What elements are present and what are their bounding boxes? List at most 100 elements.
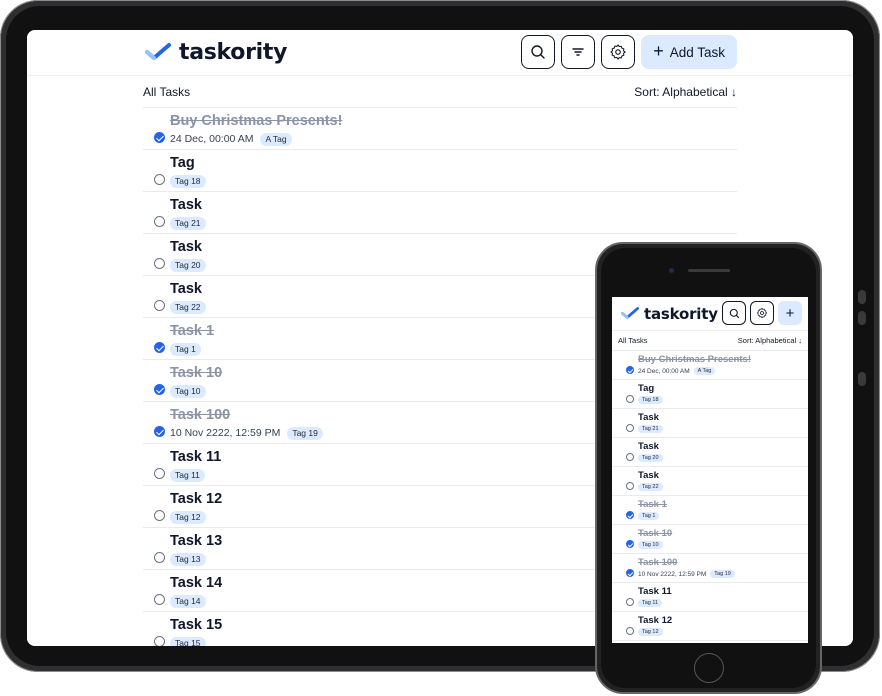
task-tag[interactable]: A Tag [693, 367, 716, 375]
task-tag[interactable]: Tag 20 [638, 454, 663, 462]
task-tag[interactable]: Tag 20 [170, 259, 206, 272]
task-tag[interactable]: Tag 10 [638, 541, 663, 549]
task-tag[interactable]: Tag 21 [638, 425, 663, 433]
phone-list-title: All Tasks [618, 336, 648, 345]
task-checkbox[interactable] [626, 511, 634, 519]
tablet-side-button [858, 311, 866, 325]
task-checkbox[interactable] [154, 636, 165, 646]
task-tag[interactable]: Tag 12 [638, 628, 663, 636]
task-checkbox[interactable] [154, 468, 165, 479]
task-row[interactable]: Tag Tag 18 [143, 150, 737, 192]
task-checkbox[interactable] [154, 174, 165, 185]
toolbar: + Add Task [521, 35, 737, 69]
task-meta: Tag 13 [170, 553, 206, 566]
task-title: Task 100 [638, 557, 678, 568]
task-date: 10 Nov 2222, 12:59 PM [638, 570, 707, 578]
task-checkbox[interactable] [154, 594, 165, 605]
task-row[interactable]: Task Tag 22 [612, 467, 808, 496]
task-meta: Tag 12 [170, 511, 206, 524]
task-title: Buy Christmas Presents! [170, 113, 343, 129]
task-title: Tag [638, 383, 655, 394]
phone-camera [669, 268, 674, 273]
phone-top-bar: taskority + [612, 297, 808, 331]
task-tag[interactable]: Tag 19 [287, 427, 323, 440]
task-meta: 24 Dec, 00:00 AM A Tag [170, 133, 292, 146]
logo[interactable]: taskority [145, 40, 287, 65]
task-meta: Tag 22 [638, 483, 663, 491]
task-checkbox[interactable] [154, 216, 165, 227]
task-checkbox[interactable] [626, 395, 634, 403]
task-title: Task 14 [170, 575, 223, 591]
task-checkbox[interactable] [154, 300, 165, 311]
filter-button[interactable] [561, 35, 596, 69]
task-tag[interactable]: Tag 10 [170, 385, 206, 398]
task-meta: Tag 22 [170, 301, 206, 314]
task-tag[interactable]: Tag 18 [638, 396, 663, 404]
phone-search-button[interactable] [722, 301, 746, 325]
task-checkbox[interactable] [626, 453, 634, 461]
search-button[interactable] [521, 35, 556, 69]
task-tag[interactable]: Tag 1 [638, 512, 660, 520]
task-title: Task 12 [638, 615, 673, 626]
task-tag[interactable]: Tag 15 [170, 637, 206, 646]
task-tag[interactable]: Tag 11 [170, 469, 205, 482]
phone-sort-dropdown[interactable]: Sort: Alphabetical ↓ [738, 336, 802, 345]
plus-icon: + [785, 304, 795, 322]
task-title: Task 12 [170, 491, 223, 507]
task-checkbox[interactable] [154, 552, 165, 563]
task-row[interactable]: Buy Christmas Presents! 24 Dec, 00:00 AM A… [612, 351, 808, 380]
task-tag[interactable]: Tag 14 [170, 595, 206, 608]
task-checkbox[interactable] [154, 342, 165, 353]
task-tag[interactable]: Tag 1 [170, 343, 201, 356]
task-checkbox[interactable] [626, 569, 634, 577]
task-tag[interactable]: Tag 13 [170, 553, 206, 566]
task-tag[interactable]: Tag 12 [170, 511, 206, 524]
task-meta: Tag 10 [170, 385, 206, 398]
task-tag[interactable]: Tag 21 [170, 217, 206, 230]
task-checkbox[interactable] [626, 598, 634, 606]
settings-button[interactable] [601, 35, 636, 69]
phone-settings-button[interactable] [750, 301, 774, 325]
task-row[interactable]: Task 1 Tag 1 [612, 496, 808, 525]
task-checkbox[interactable] [154, 132, 165, 143]
phone-add-task-button[interactable]: + [778, 301, 802, 325]
task-checkbox[interactable] [154, 258, 165, 269]
task-checkbox[interactable] [626, 482, 634, 490]
task-tag[interactable]: A Tag [260, 133, 292, 146]
home-button[interactable] [694, 653, 724, 683]
phone-logo[interactable]: taskority [621, 305, 718, 323]
task-row[interactable]: Task 12 Tag 12 [612, 612, 808, 641]
phone-list-header: All Tasks Sort: Alphabetical ↓ [612, 331, 808, 351]
task-tag[interactable]: Tag 18 [170, 175, 206, 188]
task-checkbox[interactable] [626, 424, 634, 432]
task-date: 24 Dec, 00:00 AM [638, 367, 690, 375]
task-row[interactable]: Buy Christmas Presents! 24 Dec, 00:00 AM A… [143, 108, 737, 150]
app-name: taskority [179, 40, 288, 65]
task-tag[interactable]: Tag 22 [170, 301, 206, 314]
task-meta: Tag 12 [638, 628, 663, 636]
check-logo-icon [621, 307, 639, 321]
task-checkbox[interactable] [626, 627, 634, 635]
task-row[interactable]: Task 11 Tag 11 [612, 583, 808, 612]
task-checkbox[interactable] [154, 384, 165, 395]
task-tag[interactable]: Tag 11 [638, 599, 663, 607]
task-row[interactable]: Task Tag 21 [612, 409, 808, 438]
task-row[interactable]: Task 100 10 Nov 2222, 12:59 PM Tag 19 [612, 554, 808, 583]
task-checkbox[interactable] [626, 366, 634, 374]
task-row[interactable]: Task Tag 21 [143, 192, 737, 234]
task-tag[interactable]: Tag 22 [638, 483, 663, 491]
task-title: Task 11 [638, 586, 672, 597]
task-meta: Tag 14 [170, 595, 206, 608]
add-task-button[interactable]: + Add Task [641, 35, 737, 69]
sort-dropdown[interactable]: Sort: Alphabetical ↓ [634, 85, 737, 99]
task-checkbox[interactable] [154, 426, 165, 437]
task-row[interactable]: Tag Tag 18 [612, 380, 808, 409]
task-meta: Tag 18 [638, 396, 663, 404]
task-meta: Tag 11 [170, 469, 205, 482]
task-tag[interactable]: Tag 19 [710, 570, 735, 578]
task-row[interactable]: Task 10 Tag 10 [612, 525, 808, 554]
task-checkbox[interactable] [154, 510, 165, 521]
task-checkbox[interactable] [626, 540, 634, 548]
task-row[interactable]: Task Tag 20 [612, 438, 808, 467]
task-title: Task [170, 281, 202, 297]
